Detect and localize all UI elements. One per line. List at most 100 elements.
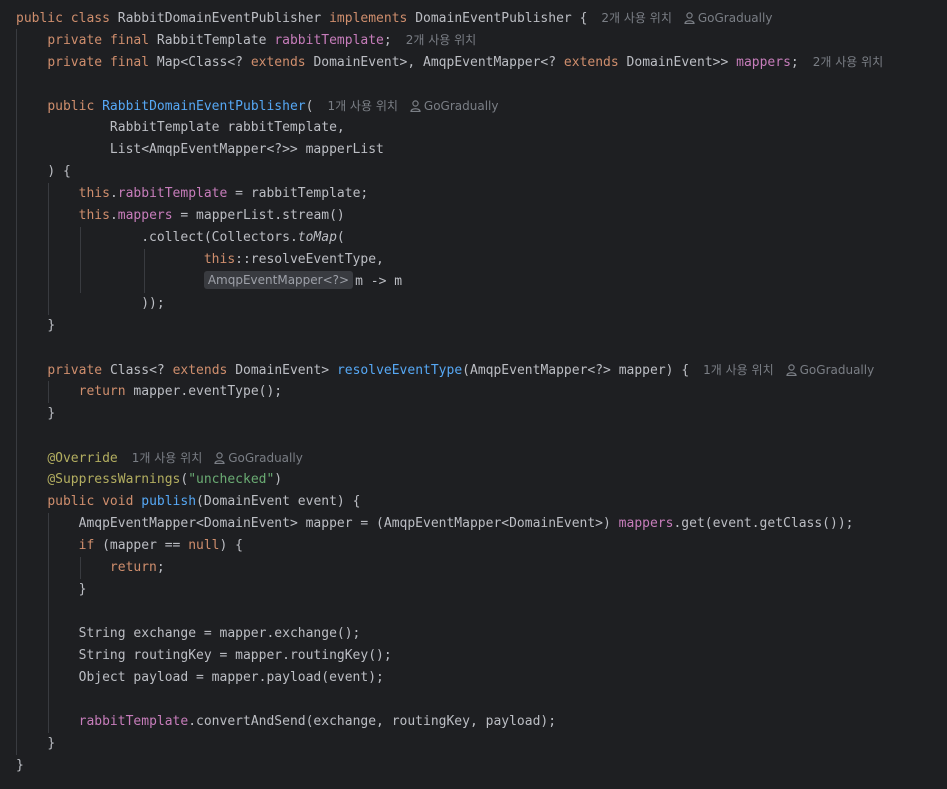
code-line[interactable]: } — [16, 579, 87, 601]
code-token: } — [47, 406, 56, 421]
code-line[interactable]: .collect(Collectors.toMap( — [16, 227, 345, 249]
code-token: rabbitTemplate — [274, 33, 384, 48]
code-line[interactable]: Object payload = mapper.payload(event); — [16, 667, 384, 689]
code-line[interactable]: )); — [16, 293, 165, 315]
code-line[interactable]: public RabbitDomainEventPublisher(1개 사용 … — [16, 95, 498, 117]
author-name: GoGradually — [228, 451, 303, 465]
code-line[interactable]: } — [16, 755, 24, 777]
code-token: @Override — [47, 451, 118, 466]
code-line[interactable]: AmqpEventMapper<?> m -> m — [16, 271, 402, 293]
usages-hint[interactable]: 1개 사용 위치 — [703, 363, 773, 377]
code-token: ) — [274, 472, 283, 487]
code-line[interactable]: this.mappers = mapperList.stream() — [16, 205, 345, 227]
code-token: return — [78, 384, 126, 399]
code-line[interactable]: private final Map<Class<? extends Domain… — [16, 51, 883, 73]
code-line[interactable]: @SuppressWarnings("unchecked") — [16, 469, 282, 491]
code-line[interactable]: public void publish(DomainEvent event) { — [16, 491, 360, 513]
author-hint[interactable]: GoGradually — [214, 451, 303, 465]
code-token: )); — [141, 296, 165, 311]
code-token: RabbitDomainEventPublisher — [102, 99, 306, 114]
usages-hint[interactable]: 2개 사용 위치 — [406, 33, 476, 47]
code-editor[interactable]: public class RabbitDomainEventPublisher … — [0, 0, 947, 789]
code-token: .get(event.getClass()); — [673, 516, 854, 531]
code-token: } — [78, 582, 87, 597]
code-token: Class<? — [109, 363, 165, 378]
author-hint[interactable]: GoGradually — [684, 11, 773, 25]
code-token: this — [78, 186, 110, 201]
code-token: implements — [329, 11, 408, 26]
code-line[interactable]: String routingKey = mapper.routingKey(); — [16, 645, 392, 667]
code-token: mappers — [618, 516, 674, 531]
code-token: final — [109, 55, 150, 70]
code-token: DomainEvent>, AmqpEventMapper<? — [313, 55, 557, 70]
code-token: } — [16, 758, 24, 773]
code-token: ) { — [47, 164, 71, 179]
code-token: } — [47, 736, 56, 751]
author-name: GoGradually — [799, 363, 875, 377]
code-line[interactable]: this::resolveEventType, — [16, 249, 384, 271]
user-icon — [786, 364, 797, 376]
code-line[interactable]: public class RabbitDomainEventPublisher … — [16, 7, 772, 29]
code-token: .convertAndSend(exchange, routingKey, pa… — [188, 714, 557, 729]
code-token: void — [102, 494, 134, 509]
code-token: .collect(Collectors. — [141, 230, 298, 245]
code-line[interactable]: String exchange = mapper.exchange(); — [16, 623, 361, 645]
code-token: class — [70, 11, 110, 26]
code-line[interactable]: List<AmqpEventMapper<?>> mapperList — [16, 139, 384, 161]
code-line[interactable]: } — [16, 315, 55, 337]
code-line[interactable]: return mapper.eventType(); — [16, 381, 283, 403]
code-token: this — [78, 208, 110, 223]
code-token: DomainEventPublisher { — [415, 11, 588, 26]
code-token: @SuppressWarnings — [47, 472, 181, 487]
user-icon — [410, 100, 421, 112]
code-token: public — [16, 11, 63, 26]
code-line[interactable]: return; — [16, 557, 165, 579]
code-line[interactable]: rabbitTemplate.convertAndSend(exchange, … — [16, 711, 556, 733]
code-line[interactable]: private final RabbitTemplate rabbitTempl… — [16, 29, 476, 51]
code-token: extends — [172, 363, 228, 378]
code-token: DomainEvent>> — [626, 55, 729, 70]
code-line[interactable]: this.rabbitTemplate = rabbitTemplate; — [16, 183, 369, 205]
usages-hint[interactable]: 2개 사용 위치 — [601, 11, 671, 25]
code-token: "unchecked" — [188, 472, 275, 487]
code-token: ; — [156, 560, 165, 575]
code-token: null — [188, 538, 220, 553]
code-token: } — [47, 318, 56, 333]
code-token: ) { — [219, 538, 243, 553]
usages-hint[interactable]: 2개 사용 위치 — [813, 55, 883, 69]
code-token: DomainEvent> — [235, 363, 330, 378]
author-hint[interactable]: GoGradually — [410, 99, 499, 113]
code-line[interactable]: AmqpEventMapper<DomainEvent> mapper = (A… — [16, 513, 854, 535]
code-token: this — [203, 252, 236, 267]
code-token: resolveEventType — [336, 363, 463, 378]
user-icon — [214, 452, 225, 464]
code-line[interactable]: RabbitTemplate rabbitTemplate, — [16, 117, 345, 139]
code-token: mappers — [736, 55, 791, 70]
usages-hint[interactable]: 1개 사용 위치 — [132, 451, 202, 465]
code-token: private — [47, 363, 103, 378]
author-name: GoGradually — [697, 11, 773, 25]
code-token: rabbitTemplate — [78, 714, 189, 729]
author-hint[interactable]: GoGradually — [786, 363, 875, 377]
code-token: publish — [141, 494, 197, 509]
code-token: String exchange = mapper.exchange(); — [78, 626, 361, 641]
code-token: RabbitDomainEventPublisher — [117, 11, 322, 26]
code-line[interactable]: } — [16, 733, 55, 755]
user-icon — [684, 12, 695, 24]
code-token: String routingKey = mapper.routingKey(); — [78, 648, 392, 663]
code-token: mapper.eventType(); — [133, 384, 283, 399]
author-name: GoGradually — [423, 99, 499, 113]
code-line[interactable]: @Override 1개 사용 위치 GoGradually — [16, 447, 303, 469]
code-token: ; — [383, 33, 392, 48]
usages-hint[interactable]: 1개 사용 위치 — [327, 99, 397, 113]
code-token: List<AmqpEventMapper<?>> mapperList — [109, 142, 384, 157]
code-token: rabbitTemplate — [117, 186, 228, 201]
code-token: ; — [790, 55, 799, 70]
code-token: m -> m — [355, 274, 403, 289]
code-token: (mapper == — [94, 538, 189, 553]
code-line[interactable]: private Class<? extends DomainEvent> res… — [16, 359, 874, 381]
code-token: public — [47, 99, 95, 114]
code-line[interactable]: if (mapper == null) { — [16, 535, 243, 557]
code-line[interactable]: } — [16, 403, 55, 425]
code-line[interactable]: ) { — [16, 161, 71, 183]
